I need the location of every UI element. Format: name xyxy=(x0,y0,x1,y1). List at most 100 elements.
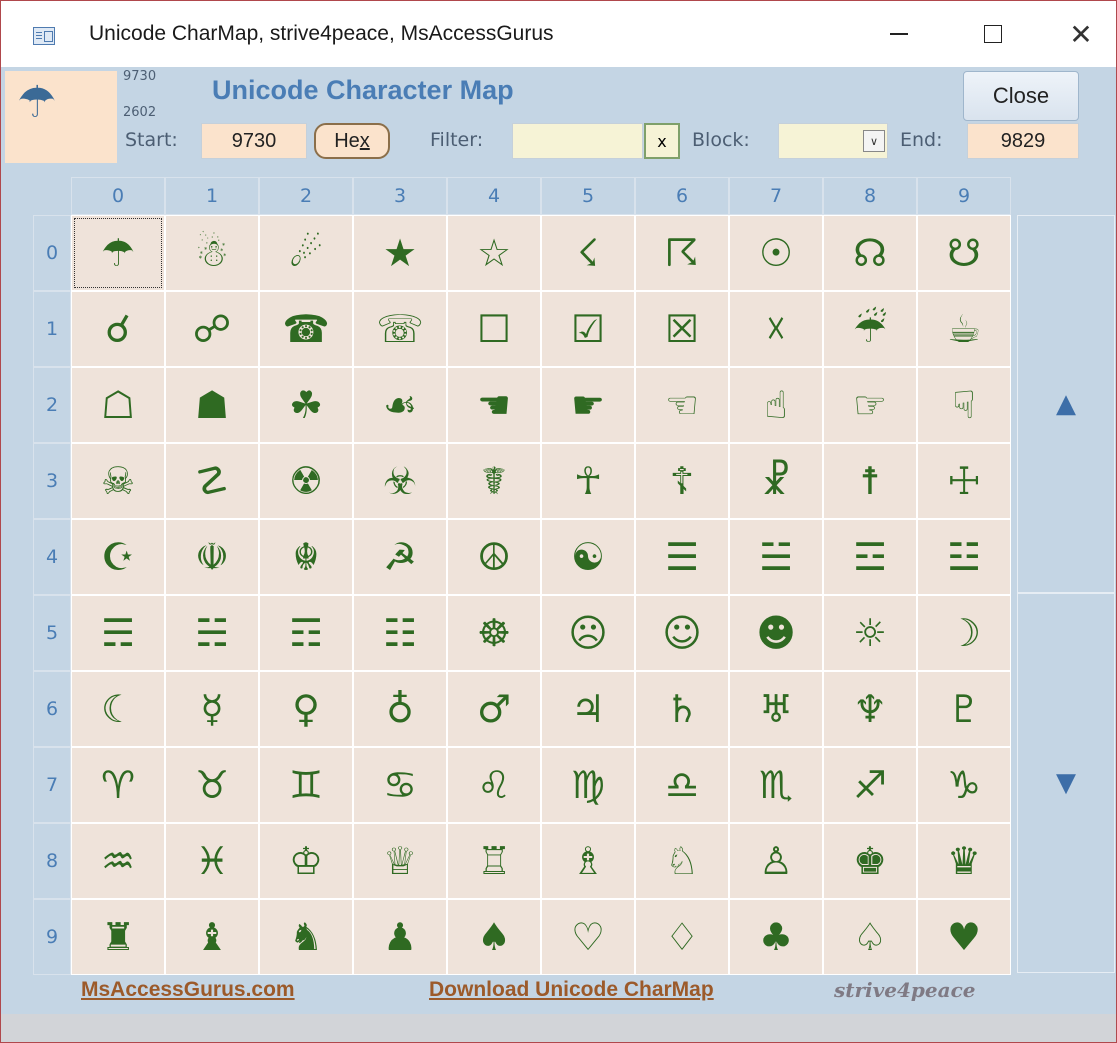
char-cell[interactable]: ♡ xyxy=(541,899,635,975)
block-combo[interactable]: ∨ xyxy=(778,123,888,159)
char-cell[interactable]: ☰ xyxy=(635,519,729,595)
char-cell[interactable]: ☔ xyxy=(823,291,917,367)
char-cell[interactable]: ♎ xyxy=(635,747,729,823)
char-cell[interactable]: ☞ xyxy=(823,367,917,443)
char-cell[interactable]: ♔ xyxy=(259,823,353,899)
char-cell[interactable]: ☏ xyxy=(353,291,447,367)
char-cell[interactable]: ☯ xyxy=(541,519,635,595)
chevron-down-icon[interactable]: ∨ xyxy=(863,130,885,152)
maximize-button[interactable] xyxy=(963,11,1023,57)
char-cell[interactable]: ☼ xyxy=(823,595,917,671)
hex-button[interactable]: He x xyxy=(314,123,390,159)
char-cell[interactable]: ☱ xyxy=(729,519,823,595)
char-cell[interactable]: ☂ xyxy=(71,215,165,291)
char-cell[interactable]: ♆ xyxy=(823,671,917,747)
char-cell[interactable]: ☶ xyxy=(259,595,353,671)
char-cell[interactable]: ☙ xyxy=(353,367,447,443)
start-field[interactable]: 9730 xyxy=(201,123,307,159)
char-cell[interactable]: ♁ xyxy=(353,671,447,747)
char-cell[interactable]: ♑ xyxy=(917,747,1011,823)
char-cell[interactable]: ♃ xyxy=(541,671,635,747)
char-cell[interactable]: ☌ xyxy=(71,291,165,367)
char-cell[interactable]: ★ xyxy=(353,215,447,291)
char-cell[interactable]: ☥ xyxy=(541,443,635,519)
char-cell[interactable]: ☪ xyxy=(71,519,165,595)
char-cell[interactable]: ♤ xyxy=(823,899,917,975)
download-link[interactable]: Download Unicode CharMap xyxy=(429,978,714,1002)
char-cell[interactable]: ☄ xyxy=(259,215,353,291)
char-cell[interactable]: ☺ xyxy=(635,595,729,671)
char-cell[interactable]: ☑ xyxy=(541,291,635,367)
char-cell[interactable]: ♏ xyxy=(729,747,823,823)
char-cell[interactable]: ☹ xyxy=(541,595,635,671)
char-cell[interactable]: ♙ xyxy=(729,823,823,899)
char-cell[interactable]: ☤ xyxy=(447,443,541,519)
char-cell[interactable]: ♐ xyxy=(823,747,917,823)
char-cell[interactable]: ♚ xyxy=(823,823,917,899)
char-cell[interactable]: ♈ xyxy=(71,747,165,823)
char-cell[interactable]: ☩ xyxy=(917,443,1011,519)
char-cell[interactable]: ♄ xyxy=(635,671,729,747)
char-cell[interactable]: ☓ xyxy=(729,291,823,367)
char-cell[interactable]: ☨ xyxy=(823,443,917,519)
char-cell[interactable]: ☠ xyxy=(71,443,165,519)
char-cell[interactable]: ♌ xyxy=(447,747,541,823)
char-cell[interactable]: ☉ xyxy=(729,215,823,291)
char-cell[interactable]: ☲ xyxy=(823,519,917,595)
char-cell[interactable]: ☍ xyxy=(165,291,259,367)
char-cell[interactable]: ♉ xyxy=(165,747,259,823)
char-cell[interactable]: ☝ xyxy=(729,367,823,443)
char-cell[interactable]: ☮ xyxy=(447,519,541,595)
char-cell[interactable]: ♥ xyxy=(917,899,1011,975)
char-cell[interactable]: ☢ xyxy=(259,443,353,519)
filter-input[interactable] xyxy=(512,123,643,159)
char-cell[interactable]: ☊ xyxy=(823,215,917,291)
char-cell[interactable]: ☭ xyxy=(353,519,447,595)
char-cell[interactable]: ♝ xyxy=(165,899,259,975)
char-cell[interactable]: ☴ xyxy=(71,595,165,671)
char-cell[interactable]: ☒ xyxy=(635,291,729,367)
char-cell[interactable]: ☜ xyxy=(635,367,729,443)
char-cell[interactable]: ♣ xyxy=(729,899,823,975)
msaccessgurus-link[interactable]: MsAccessGurus.com xyxy=(81,978,295,1002)
char-cell[interactable]: ♘ xyxy=(635,823,729,899)
char-cell[interactable]: ☖ xyxy=(71,367,165,443)
char-cell[interactable]: ☇ xyxy=(541,215,635,291)
char-cell[interactable]: ☣ xyxy=(353,443,447,519)
char-cell[interactable]: ☃ xyxy=(165,215,259,291)
char-cell[interactable]: ☘ xyxy=(259,367,353,443)
char-cell[interactable]: ☋ xyxy=(917,215,1011,291)
char-cell[interactable]: ♢ xyxy=(635,899,729,975)
char-cell[interactable]: ♋ xyxy=(353,747,447,823)
char-cell[interactable]: ☸ xyxy=(447,595,541,671)
char-cell[interactable]: ☻ xyxy=(729,595,823,671)
char-cell[interactable]: ☬ xyxy=(259,519,353,595)
char-cell[interactable]: ♞ xyxy=(259,899,353,975)
char-cell[interactable]: ♍ xyxy=(541,747,635,823)
minimize-button[interactable] xyxy=(869,11,929,57)
char-cell[interactable]: ♖ xyxy=(447,823,541,899)
char-cell[interactable]: ☆ xyxy=(447,215,541,291)
char-cell[interactable]: ♅ xyxy=(729,671,823,747)
char-cell[interactable]: ♕ xyxy=(353,823,447,899)
char-cell[interactable]: ☽ xyxy=(917,595,1011,671)
char-cell[interactable]: ☕ xyxy=(917,291,1011,367)
char-cell[interactable]: ☷ xyxy=(353,595,447,671)
char-cell[interactable]: ♟ xyxy=(353,899,447,975)
char-cell[interactable]: ♒ xyxy=(71,823,165,899)
char-cell[interactable]: ☫ xyxy=(165,519,259,595)
char-cell[interactable]: ☐ xyxy=(447,291,541,367)
char-cell[interactable]: ♜ xyxy=(71,899,165,975)
char-cell[interactable]: ♗ xyxy=(541,823,635,899)
char-cell[interactable]: ☵ xyxy=(165,595,259,671)
char-cell[interactable]: ☎ xyxy=(259,291,353,367)
char-cell[interactable]: ♊ xyxy=(259,747,353,823)
char-cell[interactable]: ☈ xyxy=(635,215,729,291)
char-cell[interactable]: ♠ xyxy=(447,899,541,975)
scroll-up-button[interactable]: ▲ xyxy=(1017,215,1115,593)
window-close-button[interactable]: ✕ xyxy=(1051,11,1111,57)
char-cell[interactable]: ♇ xyxy=(917,671,1011,747)
end-field[interactable]: 9829 xyxy=(967,123,1079,159)
char-cell[interactable]: ☿ xyxy=(165,671,259,747)
char-cell[interactable]: ♀ xyxy=(259,671,353,747)
